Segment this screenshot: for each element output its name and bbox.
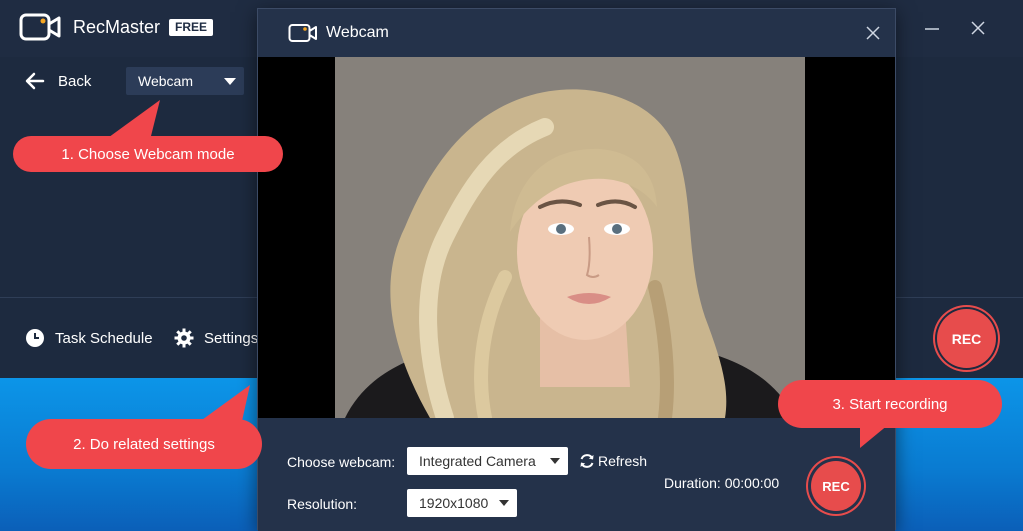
callout-step-2: 2. Do related settings [26, 419, 262, 469]
callout-step-1: 1. Choose Webcam mode [13, 136, 283, 172]
callout-step-3: 3. Start recording [778, 380, 1002, 428]
